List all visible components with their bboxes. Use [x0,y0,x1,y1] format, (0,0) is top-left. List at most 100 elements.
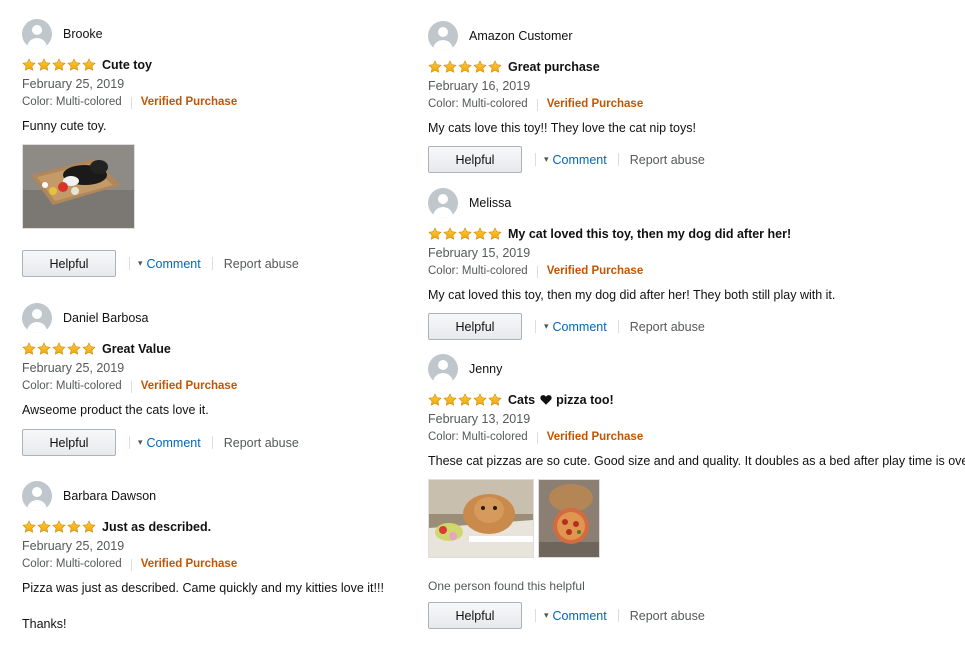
reviewer-profile[interactable]: Jenny [428,354,965,384]
reviewer-name[interactable]: Jenny [469,362,502,376]
review-photo[interactable] [22,144,135,229]
helpful-button[interactable]: Helpful [22,429,116,456]
divider [211,257,213,270]
review-text: My cats love this toy!! They love the ca… [428,121,696,135]
variant-label[interactable]: Color: Multi-colored [428,429,528,446]
star-icon [67,342,81,356]
verified-purchase-badge: Verified Purchase [140,380,238,392]
star-rating[interactable] [22,342,96,356]
variant-label[interactable]: Color: Multi-colored [22,556,122,573]
divider [536,431,538,444]
report-abuse-link[interactable]: Report abuse [630,320,705,334]
reviewer-profile[interactable]: Brooke [22,19,299,49]
comment-label[interactable]: Comment [147,257,201,271]
helpful-count: One person found this helpful [428,579,585,593]
divider [211,436,213,449]
star-icon [52,520,66,534]
star-icon [428,227,442,241]
star-icon [52,58,66,72]
review-photo[interactable] [428,479,534,558]
reviewer-profile[interactable]: Amazon Customer [428,21,705,51]
star-rating[interactable] [22,520,96,534]
review-text-line: Thanks! [22,617,67,631]
chevron-down-icon: ▾ [138,258,143,268]
reviewer-profile[interactable]: Barbara Dawson [22,481,384,511]
chevron-down-icon: ▾ [544,610,549,620]
chevron-down-icon: ▾ [544,154,549,164]
star-icon [458,60,472,74]
reviewer-profile[interactable]: Daniel Barbosa [22,303,299,333]
review-title[interactable]: Cats pizza too! [508,393,614,407]
star-icon [82,58,96,72]
divider [130,558,132,571]
divider [617,609,619,622]
avatar-icon [428,21,458,51]
review-title[interactable]: Great purchase [508,60,600,74]
review-card: Brooke Cute toy February 25, 2019 Color:… [22,19,299,277]
divider [129,257,130,270]
helpful-button[interactable]: Helpful [428,602,522,629]
star-icon [82,342,96,356]
star-icon [443,393,457,407]
verified-purchase-badge: Verified Purchase [140,96,238,108]
comment-link[interactable]: ▾ Comment [544,320,607,334]
comment-label[interactable]: Comment [553,153,607,167]
divider [617,153,619,166]
star-icon [82,520,96,534]
divider [129,436,130,449]
comment-link[interactable]: ▾ Comment [138,436,201,450]
star-rating[interactable] [22,58,96,72]
review-text: Pizza was just as described. Came quickl… [22,581,384,595]
review-date: February 25, 2019 [22,77,125,91]
helpful-button[interactable]: Helpful [428,313,522,340]
report-abuse-link[interactable]: Report abuse [630,153,705,167]
star-rating[interactable] [428,393,502,407]
comment-label[interactable]: Comment [553,320,607,334]
reviewer-profile[interactable]: Melissa [428,188,835,218]
review-title-start: Cats [508,393,536,407]
review-text: Funny cute toy. [22,119,107,133]
variant-label[interactable]: Color: Multi-colored [22,94,122,111]
star-icon [67,58,81,72]
star-rating[interactable] [428,60,502,74]
review-title[interactable]: My cat loved this toy, then my dog did a… [508,227,791,241]
comment-link[interactable]: ▾ Comment [544,609,607,623]
star-icon [488,227,502,241]
variant-label[interactable]: Color: Multi-colored [428,96,528,113]
reviewer-name[interactable]: Daniel Barbosa [63,311,148,325]
star-icon [428,60,442,74]
review-date: February 15, 2019 [428,246,531,260]
review-photo[interactable] [538,479,600,558]
verified-purchase-badge: Verified Purchase [140,558,238,570]
review-title-end: pizza too! [556,393,614,407]
comment-link[interactable]: ▾ Comment [544,153,607,167]
star-icon [22,58,36,72]
report-abuse-link[interactable]: Report abuse [630,609,705,623]
variant-label[interactable]: Color: Multi-colored [428,263,528,280]
reviewer-name[interactable]: Melissa [469,196,511,210]
star-rating[interactable] [428,227,502,241]
report-abuse-link[interactable]: Report abuse [224,257,299,271]
reviewer-name[interactable]: Barbara Dawson [63,489,156,503]
comment-link[interactable]: ▾ Comment [138,257,201,271]
review-title[interactable]: Great Value [102,342,171,356]
variant-label[interactable]: Color: Multi-colored [22,378,122,395]
star-icon [443,227,457,241]
review-date: February 25, 2019 [22,361,125,375]
star-icon [488,60,502,74]
star-icon [443,60,457,74]
review-date: February 13, 2019 [428,412,531,426]
divider [130,380,132,393]
avatar-icon [22,19,52,49]
reviewer-name[interactable]: Amazon Customer [469,29,573,43]
review-title[interactable]: Just as described. [102,520,211,534]
comment-label[interactable]: Comment [553,609,607,623]
star-icon [22,342,36,356]
review-title[interactable]: Cute toy [102,58,152,72]
verified-purchase-badge: Verified Purchase [546,265,644,277]
helpful-button[interactable]: Helpful [428,146,522,173]
helpful-button[interactable]: Helpful [22,250,116,277]
comment-label[interactable]: Comment [147,436,201,450]
report-abuse-link[interactable]: Report abuse [224,436,299,450]
reviewer-name[interactable]: Brooke [63,27,103,41]
